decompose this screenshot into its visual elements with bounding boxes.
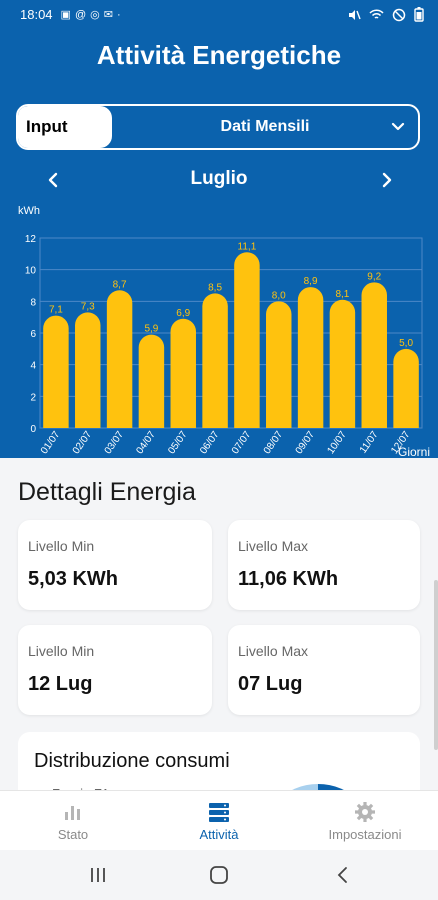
distribution-title: Distribuzione consumi [34, 750, 230, 772]
camera-icon: ◎ [90, 8, 104, 21]
bar-value-label: 8,9 [304, 276, 318, 287]
bar [266, 301, 292, 428]
bar-value-label: 9,2 [367, 271, 381, 282]
x-tick-label: 08/07 [262, 429, 286, 456]
dot-icon: · [116, 8, 125, 21]
bar [170, 318, 196, 428]
system-navigation-bar [0, 850, 438, 900]
bar-value-label: 7,1 [49, 305, 63, 316]
gear-icon [355, 802, 375, 822]
x-tick-label: 11/07 [358, 429, 381, 456]
page-title: Attività Energetiche [96, 40, 342, 70]
x-tick-label: 06/07 [198, 429, 222, 456]
y-tick-label: 12 [25, 234, 37, 245]
bar [234, 252, 260, 428]
x-axis-label: Giorni [398, 445, 430, 458]
bar [75, 312, 101, 428]
x-tick-label: 03/07 [103, 429, 127, 456]
x-tick-label: 04/07 [135, 429, 159, 456]
bar [106, 290, 133, 428]
daily-energy-chart: 0 2 4 6 8 10 12 kWh 7,1 01/07 7,3 02/07 8,7 03/07 5,9 0… [18, 205, 430, 458]
bar-value-label: 8,7 [113, 279, 127, 290]
nav-item-impostazioni[interactable]: Impostazioni [292, 791, 438, 851]
bar-value-label: 8,5 [208, 282, 222, 293]
card-value: 12 Lug [28, 673, 93, 695]
y-axis-label: kWh [18, 205, 40, 217]
wifi-icon [369, 8, 384, 19]
max-date-card: Livello Max 07 Lug [228, 625, 420, 715]
details-title: Dettagli Energia [18, 478, 196, 506]
x-tick-label: 01/07 [39, 429, 63, 456]
battery-icon [414, 7, 424, 22]
nav-label: Attività [199, 827, 239, 842]
bar-value-label: 5,9 [144, 324, 158, 335]
x-tick-label: 10/07 [326, 429, 350, 456]
bar [138, 334, 165, 428]
block-icon [392, 8, 406, 21]
edge-panel-handle[interactable] [434, 580, 438, 750]
input-tab[interactable]: Input [18, 106, 112, 148]
max-level-card: Livello Max 11,06 KWh [228, 520, 420, 610]
server-icon [209, 803, 229, 822]
card-label: Livello Max [238, 643, 309, 659]
x-tick-label: 09/07 [294, 429, 318, 456]
bar-value-label: 7,3 [81, 301, 95, 312]
mode-selector: Input Dati Mensili [16, 104, 420, 150]
bar-value-label: 11,1 [238, 241, 257, 252]
notification-icons: ▣@◎✉· [61, 8, 125, 21]
y-tick-label: 4 [30, 361, 36, 372]
back-button[interactable] [333, 865, 353, 885]
card-value: 07 Lug [238, 673, 303, 695]
bar-value-label: 6,9 [176, 308, 190, 319]
card-label: Livello Min [28, 643, 95, 659]
bar [329, 299, 356, 428]
month-navigation: Luglio [0, 166, 438, 194]
bar-chart-icon [65, 806, 80, 820]
nav-label: Impostazioni [328, 827, 402, 842]
monthly-data-label: Dati Mensili [220, 118, 310, 135]
card-label: Livello Max [238, 538, 309, 554]
bar-value-label: 8,0 [272, 290, 286, 301]
x-tick-label: 07/07 [230, 429, 254, 456]
min-date-card: Livello Min 12 Lug [18, 625, 212, 715]
nav-item-attivita[interactable]: Attività [146, 791, 292, 851]
card-value: 11,06 KWh [238, 568, 339, 590]
image-icon: ▣ [60, 8, 75, 21]
chevron-right-icon [382, 172, 392, 188]
bar [361, 282, 387, 428]
nav-item-stato[interactable]: Stato [0, 791, 146, 851]
card-label: Livello Min [28, 538, 95, 554]
mail-icon: ✉ [103, 8, 117, 21]
nav-label: Stato [57, 827, 89, 842]
bar-value-label: 5,0 [399, 338, 413, 349]
y-tick-label: 6 [30, 329, 36, 340]
bar [43, 315, 69, 428]
y-tick-label: 8 [30, 297, 36, 308]
bar [393, 348, 419, 428]
header: Attività Energetiche Input Dati Mensili … [0, 28, 438, 458]
bar-value-label: 8,1 [335, 289, 349, 300]
next-month-button[interactable] [372, 166, 400, 194]
status-time: 18:04 [20, 6, 53, 22]
recent-apps-button[interactable] [88, 866, 108, 884]
min-level-card: Livello Min 5,03 KWh [18, 520, 212, 610]
home-button[interactable] [209, 865, 229, 885]
system-icons [347, 7, 424, 22]
monthly-data-dropdown[interactable]: Dati Mensili [112, 106, 418, 148]
bar [297, 287, 324, 428]
bar [202, 293, 228, 428]
at-sign-icon: @ [74, 8, 91, 21]
input-tab-label: Input [26, 117, 68, 136]
bottom-navigation: Stato Attività Impostazioni [0, 790, 438, 851]
x-tick-label: 05/07 [166, 429, 190, 456]
y-tick-label: 0 [30, 424, 36, 435]
y-tick-label: 2 [30, 392, 36, 403]
card-value: 5,03 KWh [28, 568, 119, 590]
mute-icon [349, 9, 361, 20]
status-bar: 18:04 ▣@◎✉· [0, 0, 438, 28]
chevron-down-icon [391, 122, 405, 131]
y-tick-label: 10 [25, 266, 37, 277]
x-tick-label: 02/07 [71, 429, 95, 456]
